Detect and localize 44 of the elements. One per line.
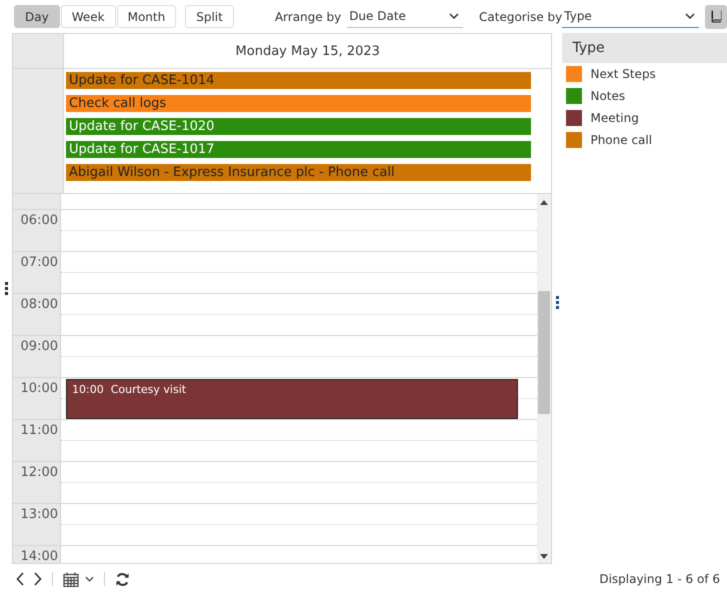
all-day-event[interactable]: Abigail Wilson - Express Insurance plc - Phone call [66, 164, 532, 181]
all-day-event[interactable]: Update for CASE-1017 [66, 141, 532, 158]
field-label: Arrange by [274, 10, 342, 24]
day-header: Monday May 15, 2023 [236, 44, 380, 58]
calendar-icon [63, 572, 79, 586]
record-count: Displaying 1 - 6 of 6 [599, 572, 720, 586]
legend-label: Phone call [590, 133, 652, 147]
time-label: 10:00 [20, 380, 59, 397]
view-tab[interactable]: Month [116, 5, 176, 28]
view-tab[interactable]: Day [14, 5, 60, 28]
time-label: 06:00 [20, 212, 59, 229]
time-label: 14:00 [20, 548, 59, 563]
all-day-event[interactable]: Update for CASE-1014 [66, 72, 532, 89]
time-label: 07:00 [20, 254, 59, 271]
time-label: 11:00 [20, 422, 59, 439]
time-label: 09:00 [20, 338, 59, 355]
time-label: 13:00 [20, 506, 59, 523]
scroll-up-icon[interactable] [540, 200, 548, 205]
book-icon [710, 10, 722, 23]
legend-title: Type [562, 33, 727, 63]
field-label: Categorise by [479, 10, 562, 24]
legend-label: Next Steps [590, 67, 656, 81]
grip-icon[interactable] [555, 295, 559, 309]
scroll-down-icon[interactable] [540, 554, 548, 559]
scrollbar[interactable] [537, 194, 552, 563]
caret-icon [449, 13, 460, 19]
caret-icon [684, 13, 695, 19]
time-label: 08:00 [20, 296, 59, 313]
book-button[interactable] [704, 4, 727, 28]
split-button[interactable]: Split [185, 5, 234, 28]
view-tab[interactable]: Week [60, 5, 116, 28]
legend-label: Meeting [590, 111, 639, 125]
timed-event[interactable]: 10:00 Courtesy visit [66, 379, 518, 419]
all-day-event[interactable]: Update for CASE-1020 [66, 118, 532, 135]
caret-icon [85, 576, 94, 582]
time-label: 12:00 [20, 464, 59, 481]
legend-label: Notes [590, 89, 626, 103]
chevron-left-icon [16, 572, 25, 586]
refresh-icon [115, 572, 130, 586]
chevron-right-icon [33, 572, 42, 586]
all-day-event[interactable]: Check call logs [66, 95, 532, 112]
arrange-by-dropdown[interactable]: Due Date [347, 5, 464, 28]
grip-icon[interactable] [4, 281, 8, 295]
categorise-by-dropdown[interactable]: Type [562, 5, 699, 28]
